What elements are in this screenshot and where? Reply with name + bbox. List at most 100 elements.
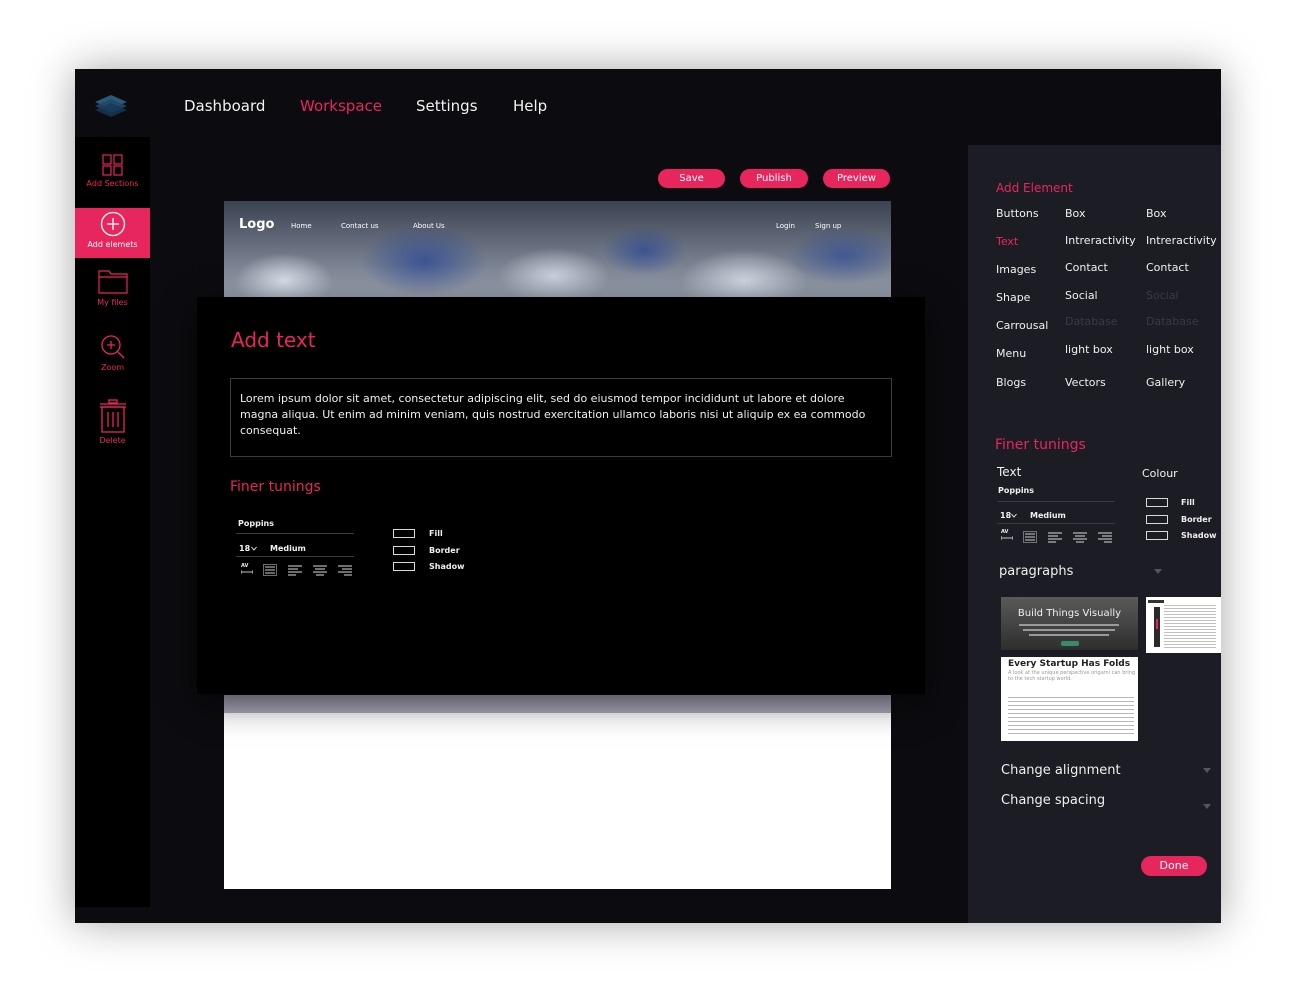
add-element-title: Add Element	[996, 181, 1073, 195]
element-shape[interactable]: Shape	[996, 291, 1030, 304]
layers-logo-icon[interactable]	[93, 91, 129, 119]
change-alignment-label[interactable]: Change alignment	[1001, 763, 1121, 778]
nav-settings[interactable]: Settings	[416, 97, 478, 115]
alignment-chevron-icon[interactable]	[1203, 768, 1211, 773]
fill-swatch[interactable]	[393, 529, 415, 538]
folder-icon	[97, 270, 128, 294]
element-interactivity-2[interactable]: Intreractivity	[1146, 234, 1217, 247]
letter-spacing-icon[interactable]: AV	[241, 563, 253, 575]
element-buttons[interactable]: Buttons	[996, 207, 1039, 220]
hero-link-home[interactable]: Home	[291, 222, 312, 230]
nav-help[interactable]: Help	[513, 97, 547, 115]
plus-circle-icon	[100, 211, 125, 237]
text-editor-field[interactable]: Lorem ipsum dolor sit amet, consectetur …	[230, 378, 892, 457]
element-contact[interactable]: Contact	[1065, 261, 1108, 274]
rail-add-elements[interactable]: Add elemets	[75, 208, 150, 258]
panel-font-weight-select[interactable]: Medium	[1030, 511, 1066, 520]
chevron-down-icon	[251, 546, 257, 551]
hero-link-contact[interactable]: Contact us	[341, 222, 379, 230]
add-text-modal: Add text Lorem ipsum dolor sit amet, con…	[197, 297, 925, 694]
element-light-box-2[interactable]: light box	[1146, 343, 1194, 356]
page-section-band	[224, 695, 891, 713]
border-label: Border	[429, 546, 460, 555]
divider	[236, 556, 354, 557]
thumb-title: Every Startup Has Folds	[1008, 659, 1131, 669]
panel-shadow-swatch[interactable]	[1146, 531, 1168, 540]
nav-dashboard[interactable]: Dashboard	[184, 97, 265, 115]
panel-fill-swatch[interactable]	[1146, 498, 1168, 507]
rail-zoom[interactable]: Zoom	[75, 334, 150, 376]
panel-letter-spacing-label: AV	[1001, 529, 1009, 535]
element-social[interactable]: Social	[1065, 289, 1098, 302]
element-images[interactable]: Images	[996, 263, 1036, 276]
paragraph-thumb-build-things[interactable]: Build Things Visually	[1001, 597, 1138, 650]
thumb-text-line	[1029, 634, 1109, 636]
thumb-header	[1148, 600, 1164, 603]
panel-font-size-select[interactable]: 18	[1000, 511, 1011, 520]
align-justify-box-icon[interactable]	[1023, 531, 1037, 543]
fill-label: Fill	[429, 529, 443, 538]
save-button[interactable]: Save	[658, 169, 725, 188]
element-text[interactable]: Text	[996, 235, 1018, 248]
element-menu[interactable]: Menu	[996, 347, 1026, 360]
panel-border-swatch[interactable]	[1146, 515, 1168, 524]
rail-add-sections[interactable]: Add Sections	[75, 154, 150, 196]
element-light-box[interactable]: light box	[1065, 343, 1113, 356]
hero-link-about[interactable]: About Us	[413, 222, 445, 230]
align-justify-box-icon[interactable]	[263, 564, 277, 576]
rail-delete[interactable]: Delete	[75, 399, 150, 451]
done-button[interactable]: Done	[1141, 856, 1207, 876]
nav-workspace[interactable]: Workspace	[300, 97, 382, 115]
panel-finer-tunings-title: Finer tunings	[995, 437, 1086, 453]
panel-border-label: Border	[1181, 515, 1212, 524]
thumb-text-line	[1023, 629, 1115, 631]
element-carrousal[interactable]: Carrousal	[996, 319, 1048, 332]
element-vectors[interactable]: Vectors	[1065, 376, 1106, 389]
align-right-icon[interactable]	[338, 564, 352, 576]
hero-login-link[interactable]: Login	[776, 222, 795, 230]
align-center-icon[interactable]	[1073, 531, 1087, 543]
preview-button[interactable]: Preview	[823, 169, 890, 188]
font-weight-select[interactable]: Medium	[270, 544, 306, 553]
font-family-select[interactable]: Poppins	[238, 519, 274, 528]
element-contact-2[interactable]: Contact	[1146, 261, 1189, 274]
align-left-icon[interactable]	[288, 564, 302, 576]
paragraph-thumb-article[interactable]	[1146, 597, 1221, 653]
letter-spacing-label: AV	[241, 563, 249, 569]
rail-label-add-sections: Add Sections	[86, 179, 139, 188]
element-box[interactable]: Box	[1065, 207, 1085, 220]
element-database: Database	[1065, 315, 1118, 328]
align-center-icon[interactable]	[313, 564, 327, 576]
chevron-down-icon	[1011, 513, 1017, 518]
shadow-swatch[interactable]	[393, 562, 415, 571]
element-gallery[interactable]: Gallery	[1146, 376, 1185, 389]
element-interactivity[interactable]: Intreractivity	[1065, 234, 1136, 247]
thumb-accent	[1156, 619, 1158, 629]
hero-signup-link[interactable]: Sign up	[815, 222, 841, 230]
properties-panel: Add Element Buttons Text Images Shape Ca…	[968, 145, 1221, 923]
hero-logo[interactable]: Logo	[239, 217, 274, 232]
paragraph-thumb-startup-folds[interactable]: Every Startup Has Folds A look at the un…	[1001, 657, 1138, 741]
page-body-preview[interactable]	[224, 713, 891, 889]
border-swatch[interactable]	[393, 546, 415, 555]
thumb-button	[1061, 641, 1079, 646]
arrows-icon	[241, 570, 253, 574]
modal-finer-tunings-title: Finer tunings	[230, 479, 321, 495]
spacing-chevron-icon[interactable]	[1203, 804, 1211, 809]
panel-font-family-select[interactable]: Poppins	[998, 486, 1034, 495]
paragraphs-chevron-icon[interactable]	[1154, 569, 1162, 574]
publish-button[interactable]: Publish	[740, 169, 808, 188]
change-spacing-label[interactable]: Change spacing	[1001, 793, 1105, 808]
rail-my-files[interactable]: My files	[75, 267, 150, 311]
align-left-icon[interactable]	[1048, 531, 1062, 543]
panel-letter-spacing-icon[interactable]: AV	[1001, 529, 1013, 541]
font-size-select[interactable]: 18	[239, 544, 250, 553]
align-right-icon[interactable]	[1098, 531, 1112, 543]
thumb-title: Build Things Visually	[1017, 608, 1122, 619]
element-box-2[interactable]: Box	[1146, 207, 1166, 220]
element-blogs[interactable]: Blogs	[996, 376, 1026, 389]
divider	[997, 523, 1115, 524]
rail-label-zoom: Zoom	[100, 363, 125, 372]
page-hero-preview[interactable]: Logo Home Contact us About Us Login Sign…	[224, 201, 891, 297]
paragraphs-label[interactable]: paragraphs	[999, 564, 1073, 579]
